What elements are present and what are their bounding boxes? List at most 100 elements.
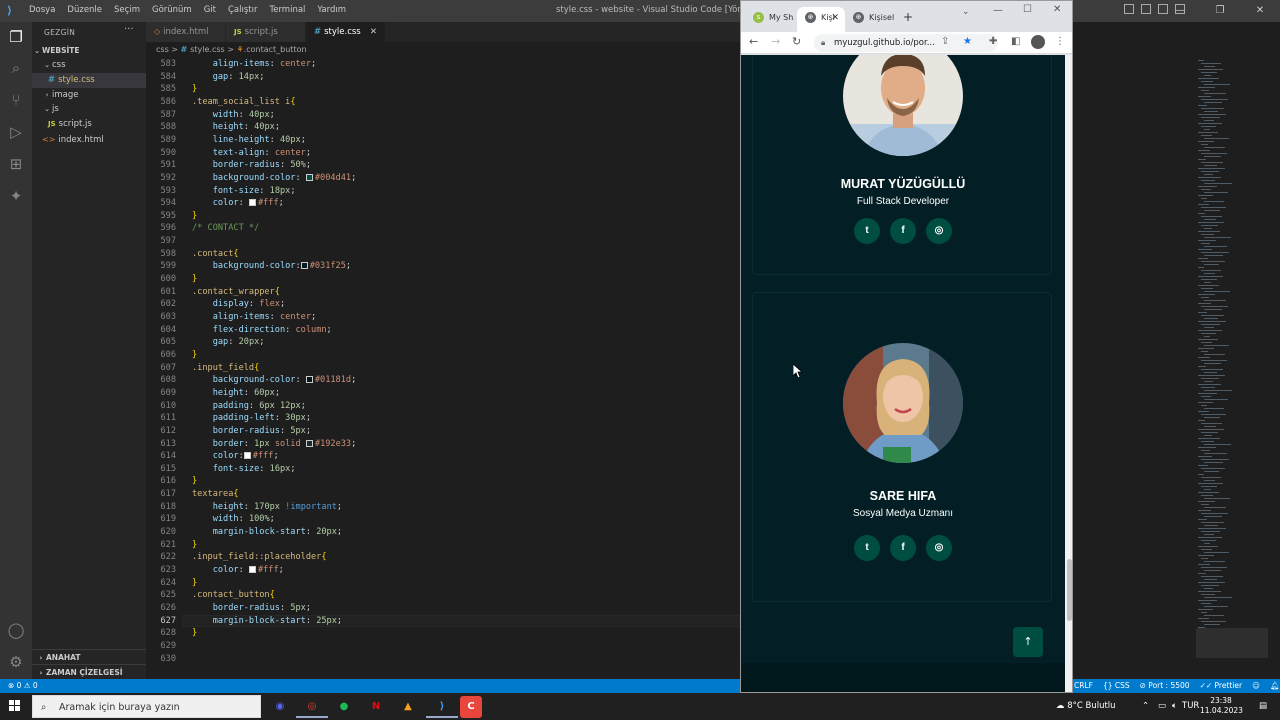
- code-line[interactable]: width: 100%;: [192, 513, 275, 526]
- language-indicator[interactable]: TUR: [1182, 693, 1199, 720]
- lock-icon[interactable]: 🔒︎: [821, 34, 825, 52]
- code-line[interactable]: margin-block-start: 25px;: [192, 615, 342, 628]
- tree-file-script-js[interactable]: JS script.js: [32, 117, 146, 132]
- minimap[interactable]: [1186, 58, 1280, 679]
- code-line[interactable]: border-radius: 5px;: [192, 425, 311, 438]
- more-actions-icon[interactable]: ···: [124, 24, 134, 35]
- tray-expand-icon[interactable]: ⌃: [1142, 693, 1149, 720]
- code-line[interactable]: }: [192, 273, 197, 286]
- code-line[interactable]: color: #fff;: [192, 450, 279, 463]
- browser-tab-kisisel[interactable]: ⊕ Kişisel: [845, 7, 895, 33]
- live-server-port[interactable]: ⊘ Port : 5500: [1140, 679, 1190, 693]
- code-line[interactable]: .contact{: [192, 248, 239, 261]
- close-tab-icon[interactable]: ✕: [831, 7, 839, 29]
- code-line[interactable]: .input_field::placeholder{: [192, 551, 327, 564]
- tab-script-js[interactable]: JS script.js: [226, 22, 306, 42]
- code-line[interactable]: .input_field{: [192, 362, 259, 375]
- code-line[interactable]: .contact_wrapper{: [192, 286, 280, 299]
- scrollbar-thumb[interactable]: [1067, 559, 1072, 621]
- browser-tab-kisi[interactable]: ⊕ Kişi ✕: [797, 7, 845, 33]
- code-line[interactable]: border: 1px solid #192e33;: [192, 438, 357, 451]
- explorer-icon[interactable]: ❐: [6, 27, 26, 47]
- notification-center-icon[interactable]: ▤: [1259, 693, 1267, 720]
- code-line[interactable]: }: [192, 539, 197, 552]
- volume-icon[interactable]: 🔈︎: [1172, 693, 1177, 720]
- source-control-icon[interactable]: ⑂: [6, 90, 26, 110]
- tree-folder-css[interactable]: ⌄ css: [32, 58, 146, 73]
- tree-folder-image[interactable]: › image: [32, 88, 146, 103]
- menu-item[interactable]: Çalıştır: [228, 5, 257, 15]
- reload-icon[interactable]: ↻: [792, 35, 801, 48]
- code-line[interactable]: display: flex;: [192, 298, 285, 311]
- timeline-section[interactable]: › ZAMAN ÇİZELGESİ: [32, 664, 146, 679]
- code-line[interactable]: background-color: #01181d;: [192, 374, 357, 387]
- code-editor[interactable]: 583 align-items: center; 584 gap: 14px; 58…: [146, 58, 740, 679]
- code-line[interactable]: font-size: 18px;: [192, 185, 296, 198]
- menu-item[interactable]: Düzenle: [67, 5, 102, 15]
- tab-style-css[interactable]: # style.css ✕: [306, 22, 386, 42]
- back-icon[interactable]: ←: [749, 35, 758, 48]
- close-button[interactable]: ✕: [1240, 0, 1280, 22]
- code-line[interactable]: text-align: center;: [192, 147, 311, 160]
- minimap-slider[interactable]: [1196, 628, 1268, 658]
- close-tab-icon[interactable]: ✕: [370, 22, 377, 42]
- chrome-icon[interactable]: ◎: [296, 696, 328, 718]
- code-line[interactable]: color: #fff;: [192, 564, 284, 577]
- code-line[interactable]: height: 40px;: [192, 121, 280, 134]
- settings-gear-icon[interactable]: ⚙: [6, 652, 26, 672]
- discord-icon[interactable]: ◉: [264, 696, 296, 718]
- recording-app-icon[interactable]: C: [460, 696, 482, 718]
- chrome-menu-icon[interactable]: ⋮: [1055, 36, 1065, 47]
- code-line[interactable]: font-size: 16px;: [192, 463, 296, 476]
- windows-start-icon[interactable]: [9, 700, 21, 712]
- share-icon[interactable]: ⇪: [941, 36, 949, 47]
- code-line[interactable]: width: 40px;: [192, 109, 275, 122]
- prettier-indicator[interactable]: ✓✓ Prettier: [1200, 679, 1243, 693]
- explorer-root-folder[interactable]: ⌄ WEBSİTE: [32, 43, 146, 58]
- profile-avatar[interactable]: [1031, 35, 1045, 49]
- editor-empty-area[interactable]: [1073, 58, 1186, 679]
- tab-search-icon[interactable]: ⌄: [962, 7, 970, 17]
- code-line[interactable]: align-items: center;: [192, 311, 317, 324]
- facebook-icon[interactable]: f: [890, 218, 916, 244]
- notifications-bell-icon[interactable]: 🔔︎: [1270, 679, 1280, 693]
- code-line[interactable]: color: #fff;: [192, 197, 284, 210]
- vlc-icon[interactable]: ▲: [392, 696, 424, 718]
- twitter-icon[interactable]: t: [854, 218, 880, 244]
- code-line[interactable]: .contact_button{: [192, 589, 275, 602]
- code-line[interactable]: line-height: 40px;: [192, 134, 306, 147]
- spotify-icon[interactable]: ●: [328, 696, 360, 718]
- menu-item[interactable]: Seçim: [114, 5, 140, 15]
- minimize-button[interactable]: —: [993, 5, 1003, 16]
- tab-index-html[interactable]: ◇ index.html: [146, 22, 226, 42]
- tree-file-style-css[interactable]: # style.css: [32, 73, 146, 88]
- code-line[interactable]: flex-direction: column;: [192, 324, 332, 337]
- breadcrumb-symbol[interactable]: .contact_button: [244, 45, 307, 54]
- menu-item[interactable]: Terminal: [269, 5, 305, 15]
- restore-button[interactable]: ❐: [1200, 0, 1240, 22]
- feedback-icon[interactable]: ☺: [1252, 679, 1260, 693]
- battery-icon[interactable]: ▭: [1158, 693, 1166, 720]
- account-icon[interactable]: ◯: [6, 620, 26, 640]
- tree-folder-js[interactable]: ⌄ js: [32, 102, 146, 117]
- python-icon[interactable]: ✦: [6, 186, 26, 206]
- side-panel-icon[interactable]: ◧: [1011, 36, 1020, 47]
- tree-file-index-html[interactable]: <> index.html: [32, 132, 146, 147]
- code-line[interactable]: gap: 20px;: [192, 336, 265, 349]
- code-line[interactable]: /* CONTACT */: [192, 222, 259, 235]
- code-line[interactable]: }: [192, 83, 197, 96]
- instagram-icon[interactable]: ◎: [926, 218, 952, 244]
- browser-tab-shopify[interactable]: s My Sh: [745, 7, 799, 33]
- menu-item[interactable]: Görünüm: [152, 5, 192, 15]
- new-tab-button[interactable]: +: [903, 10, 913, 24]
- menu-item[interactable]: Yardım: [317, 5, 346, 15]
- close-button[interactable]: ✕: [1053, 4, 1061, 15]
- code-line[interactable]: gap: 14px;: [192, 71, 265, 84]
- facebook-icon[interactable]: f: [890, 535, 916, 561]
- system-clock[interactable]: 23:38 11.04.2023: [1200, 696, 1243, 716]
- code-line[interactable]: height: 170px !important;: [192, 501, 342, 514]
- vscode-taskbar-icon[interactable]: ⟩: [426, 696, 458, 718]
- extensions-icon[interactable]: ⊞: [6, 154, 26, 174]
- breadcrumb-folder[interactable]: css: [156, 45, 169, 54]
- taskbar-search-box[interactable]: ⌕ Aramak için buraya yazın: [32, 695, 261, 718]
